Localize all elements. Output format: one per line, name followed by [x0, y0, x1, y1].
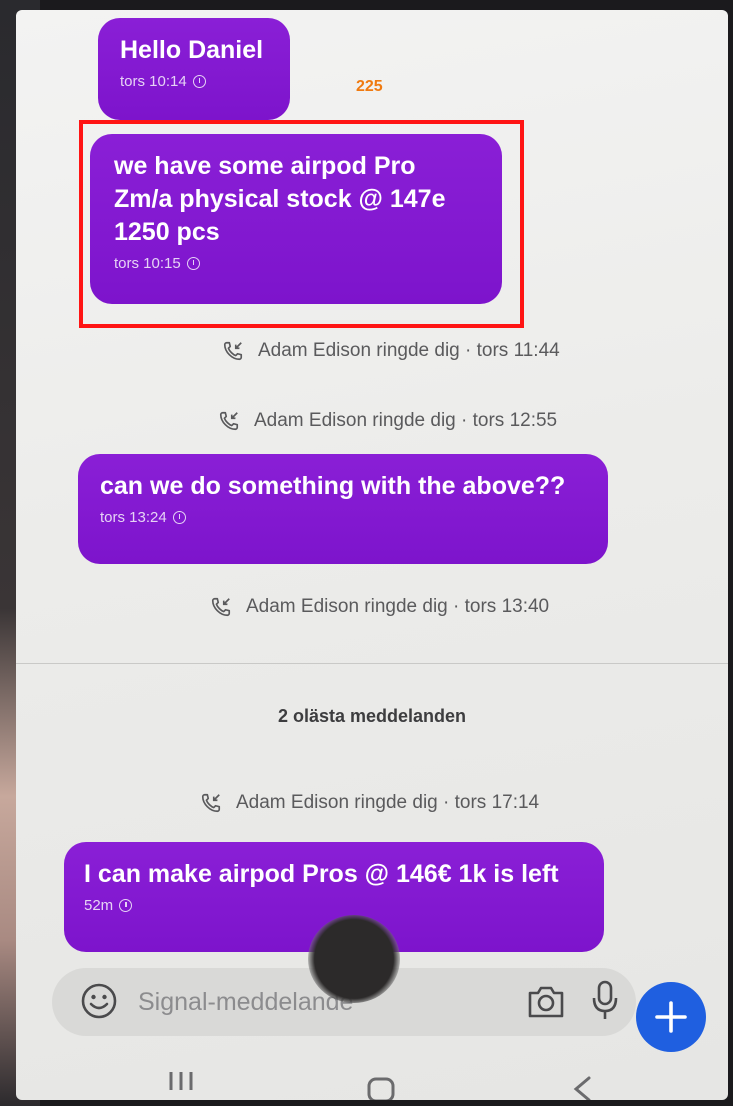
message-time: tors 13:24	[100, 509, 167, 526]
incoming-call-icon	[219, 411, 239, 431]
emoji-icon[interactable]	[80, 982, 118, 1020]
fingerprint-smudge	[308, 915, 400, 1003]
system-nav-bar	[16, 1060, 728, 1100]
highlight-box	[79, 120, 524, 328]
call-log-text: Adam Edison ringde dig · tors 11:44	[258, 340, 560, 361]
message-time: 52m	[84, 897, 114, 914]
annotation-number: 225	[356, 78, 383, 95]
sent-status-icon	[192, 75, 206, 88]
recent-apps-icon[interactable]	[166, 1070, 196, 1092]
microphone-icon[interactable]	[592, 980, 618, 1022]
unread-messages-label: 2 olästa meddelanden	[277, 706, 467, 726]
message-bubble[interactable]: Hello Daniel tors 10:14	[98, 18, 290, 120]
call-log-text: Adam Edison ringde dig · tors 17:14	[236, 792, 540, 813]
call-log-entry: Adam Edison ringde dig · tors 11:44	[222, 340, 560, 362]
call-log-entry: Adam Edison ringde dig · tors 17:14	[200, 792, 539, 814]
message-text: can we do something with the above??	[100, 472, 566, 500]
call-log-text: Adam Edison ringde dig · tors 12:55	[254, 410, 558, 431]
message-meta: tors 10:14	[120, 73, 268, 90]
message-text: I can make airpod Pros @ 146€ 1k is left	[84, 860, 559, 888]
message-bubble[interactable]: can we do something with the above?? tor…	[78, 454, 608, 564]
add-attachment-button[interactable]	[636, 982, 706, 1052]
pending-status-icon	[119, 899, 133, 912]
message-input[interactable]	[138, 986, 438, 1018]
message-meta: 52m	[84, 897, 584, 914]
plus-icon	[655, 1001, 687, 1033]
home-icon[interactable]	[366, 1076, 396, 1100]
incoming-call-icon	[223, 341, 243, 361]
incoming-call-icon	[201, 793, 221, 813]
phone-screen: Hello Daniel tors 10:14 we have some air…	[16, 10, 728, 1100]
message-time: tors 10:14	[120, 73, 187, 90]
call-log-text: Adam Edison ringde dig · tors 13:40	[246, 596, 550, 617]
incoming-call-icon	[211, 597, 231, 617]
call-log-entry: Adam Edison ringde dig · tors 13:40	[210, 596, 549, 618]
unread-divider-line	[16, 663, 728, 664]
back-icon[interactable]	[571, 1076, 593, 1100]
message-meta: tors 13:24	[100, 509, 586, 526]
message-text: Hello Daniel	[120, 36, 264, 64]
sent-status-icon	[172, 511, 186, 524]
camera-icon[interactable]	[526, 984, 566, 1020]
call-log-entry: Adam Edison ringde dig · tors 12:55	[218, 410, 557, 432]
